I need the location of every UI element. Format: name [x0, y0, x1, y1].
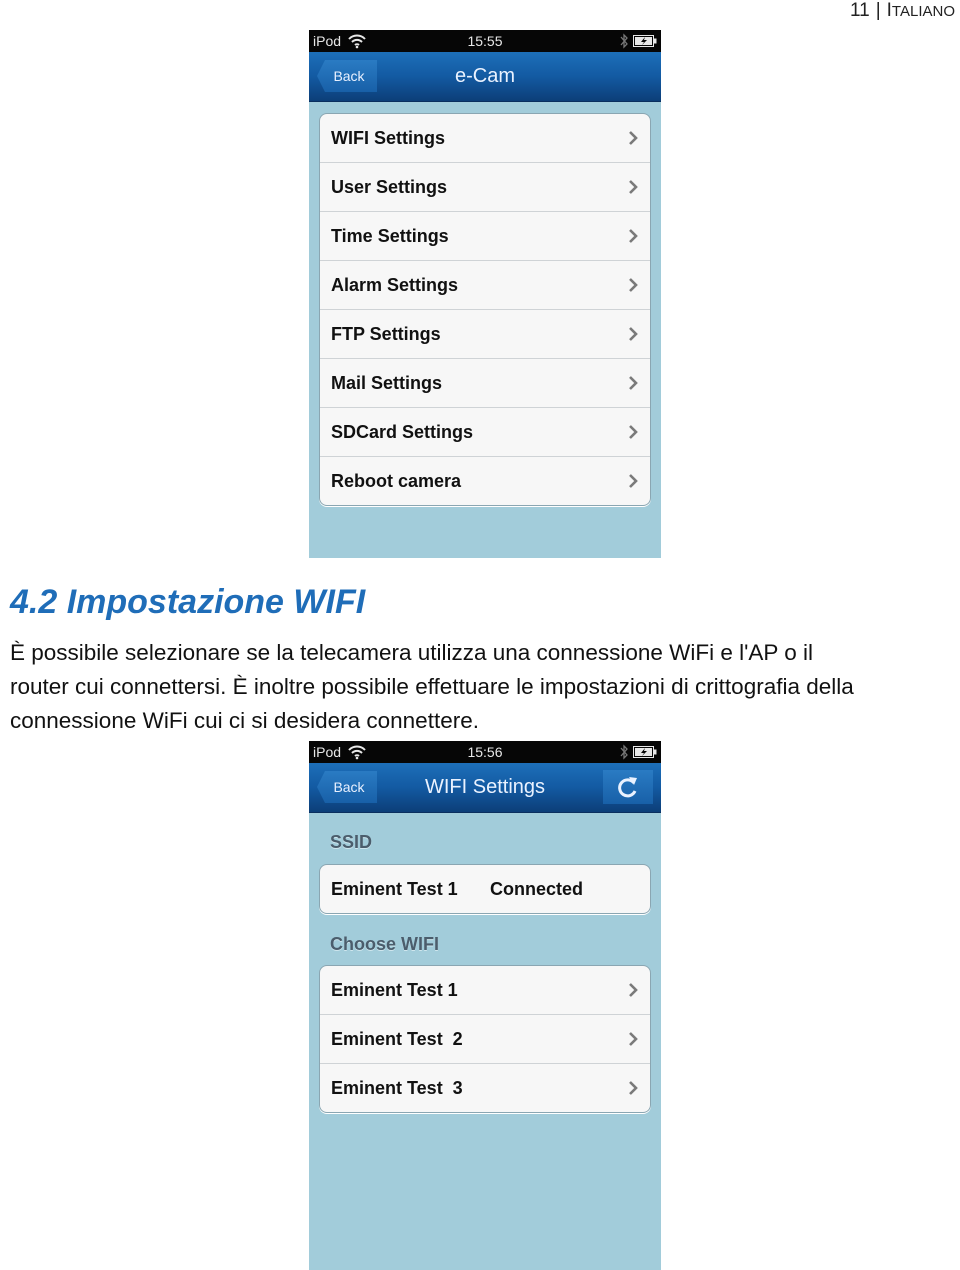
menu-item-user-settings[interactable]: User Settings: [320, 162, 650, 211]
refresh-icon: [618, 777, 637, 798]
chevron-right-icon: [629, 278, 638, 292]
wifi-network-list: Eminent Test 1 Eminent Test 2 Eminent Te…: [319, 965, 651, 1113]
paragraph-line: È possibile selezionare se la telecamera…: [10, 640, 814, 665]
menu-item-label: WIFI Settings: [331, 127, 445, 148]
network-item[interactable]: Eminent Test 3: [320, 1063, 650, 1112]
chevron-right-icon: [629, 180, 638, 194]
settings-menu: WIFI Settings User Settings Time Setting…: [319, 113, 651, 506]
status-bar: iPod 15:55: [309, 30, 661, 52]
menu-item-label: Reboot camera: [331, 470, 462, 491]
navigation-bar: Back WIFI Settings: [309, 763, 661, 813]
network-name: Eminent Test 1: [331, 979, 458, 1000]
chevron-right-icon: [629, 425, 638, 439]
nav-title: e-Cam: [454, 65, 515, 87]
clock: 15:56: [467, 744, 503, 760]
menu-item-label: Mail Settings: [331, 372, 443, 393]
current-network: Eminent Test 1 Connected: [320, 865, 650, 913]
chevron-right-icon: [629, 983, 638, 997]
menu-item-label: Time Settings: [331, 225, 449, 246]
menu-item-time-settings[interactable]: Time Settings: [320, 211, 650, 260]
page-number: 11: [849, 0, 870, 21]
battery-charging-icon: [633, 746, 657, 758]
section-heading: 4.2 Impostazione WIFI: [10, 583, 366, 621]
paragraph-line: router cui connettersi. È inoltre possib…: [10, 674, 854, 699]
network-name: Eminent Test 3: [331, 1077, 463, 1098]
navigation-bar: Back e-Cam: [309, 52, 661, 102]
status-bar: iPod 15:56: [309, 741, 661, 763]
battery-charging-icon: [633, 35, 657, 47]
menu-item-ftp-settings[interactable]: FTP Settings: [320, 309, 650, 358]
menu-item-label: SDCard Settings: [331, 421, 474, 442]
menu-item-sdcard-settings[interactable]: SDCard Settings: [320, 407, 650, 456]
chevron-right-icon: [629, 1032, 638, 1046]
current-ssid: Eminent Test 1: [331, 878, 458, 899]
menu-item-reboot-camera[interactable]: Reboot camera: [320, 456, 650, 505]
menu-item-alarm-settings[interactable]: Alarm Settings: [320, 260, 650, 309]
section-paragraph: È possibile selezionare se la telecamera…: [10, 636, 955, 738]
refresh-button[interactable]: [603, 770, 653, 804]
menu-item-label: FTP Settings: [331, 323, 441, 344]
chevron-right-icon: [629, 474, 638, 488]
chevron-right-icon: [629, 1081, 638, 1095]
chevron-right-icon: [629, 327, 638, 341]
chevron-right-icon: [629, 376, 638, 390]
ssid-section-label: SSID: [330, 832, 373, 852]
bluetooth-icon: [620, 744, 628, 760]
header-separator: |: [875, 0, 881, 21]
chevron-right-icon: [629, 229, 638, 243]
bluetooth-icon: [620, 33, 628, 49]
clock: 15:55: [467, 33, 503, 49]
menu-item-label: Alarm Settings: [331, 274, 459, 295]
menu-item-wifi-settings[interactable]: WIFI Settings: [320, 114, 650, 162]
menu-item-label: User Settings: [331, 176, 448, 197]
choose-wifi-section-label: Choose WIFI: [330, 934, 439, 954]
network-name: Eminent Test 2: [331, 1028, 463, 1049]
network-item[interactable]: Eminent Test 1: [320, 966, 650, 1014]
language-rest: TALIANO: [891, 3, 955, 20]
page-header: 11 | ITALIANO: [850, 0, 955, 23]
current-connection-group: Eminent Test 1 Connected: [319, 864, 651, 914]
network-item[interactable]: Eminent Test 2: [320, 1014, 650, 1063]
menu-item-mail-settings[interactable]: Mail Settings: [320, 358, 650, 407]
wifi-settings-screenshot: iPod 15:56 Back WIFI Settings SSID Emine…: [309, 741, 661, 1270]
paragraph-line: connessione WiFi cui ci si desidera conn…: [10, 708, 479, 733]
ecam-menu-screenshot: iPod 15:55 Back e-Cam WIFI Settings User…: [309, 30, 661, 558]
chevron-right-icon: [629, 131, 638, 145]
connection-status: Connected: [490, 878, 584, 899]
